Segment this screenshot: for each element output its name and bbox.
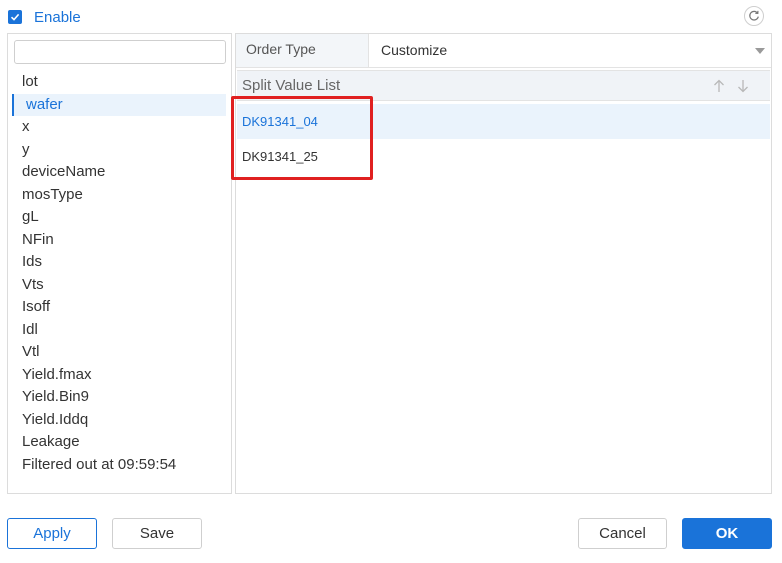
refresh-button[interactable] xyxy=(744,6,764,26)
arrow-down-icon xyxy=(738,80,748,93)
check-icon xyxy=(10,13,20,21)
cancel-button[interactable]: Cancel xyxy=(578,518,667,549)
field-item[interactable]: Vts xyxy=(8,274,231,297)
split-value-list: DK91341_04 DK91341_25 xyxy=(237,104,770,174)
field-item[interactable]: Vtl xyxy=(8,341,231,364)
field-item[interactable]: Yield.fmax xyxy=(8,364,231,387)
field-item[interactable]: x xyxy=(8,116,231,139)
field-item[interactable]: lot xyxy=(8,71,231,94)
split-value-header: Split Value List xyxy=(237,70,770,101)
order-type-value: Customize xyxy=(381,42,448,58)
apply-button[interactable]: Apply xyxy=(7,518,97,549)
field-item[interactable]: Ids xyxy=(8,251,231,274)
field-item[interactable]: Idl xyxy=(8,319,231,342)
field-item[interactable]: Filtered out at 09:59:54 xyxy=(8,454,231,477)
field-item[interactable]: NFin xyxy=(8,229,231,252)
field-item[interactable]: Yield.Iddq xyxy=(8,409,231,432)
move-up-button[interactable] xyxy=(711,77,727,95)
field-item[interactable]: deviceName xyxy=(8,161,231,184)
order-type-row: Order Type Customize xyxy=(236,34,771,68)
order-type-select[interactable]: Customize xyxy=(368,34,771,67)
field-item[interactable]: Yield.Bin9 xyxy=(8,386,231,409)
field-panel: lot wafer x y deviceName mosType gL NFin Ids Vts I… xyxy=(7,33,232,494)
field-item[interactable]: wafer xyxy=(12,93,226,116)
move-down-button[interactable] xyxy=(735,77,751,95)
split-value-item[interactable]: DK91341_04 xyxy=(237,104,770,139)
order-type-label: Order Type xyxy=(236,34,368,67)
refresh-icon xyxy=(749,10,759,21)
field-search-input[interactable] xyxy=(14,40,226,64)
save-button[interactable]: Save xyxy=(112,518,202,549)
split-value-title: Split Value List xyxy=(242,77,341,94)
arrow-up-icon xyxy=(714,79,724,92)
enable-toggle[interactable]: Enable xyxy=(8,7,81,27)
field-item[interactable]: y xyxy=(8,139,231,162)
enable-label: Enable xyxy=(34,8,81,26)
ok-button[interactable]: OK xyxy=(682,518,772,549)
field-item[interactable]: Isoff xyxy=(8,296,231,319)
field-item[interactable]: mosType xyxy=(8,184,231,207)
chevron-down-icon xyxy=(755,48,765,54)
field-item[interactable]: gL xyxy=(8,206,231,229)
enable-checkbox[interactable] xyxy=(8,10,22,24)
split-value-item[interactable]: DK91341_25 xyxy=(237,139,770,174)
field-item[interactable]: Leakage xyxy=(8,431,231,454)
field-list: lot wafer x y deviceName mosType gL NFin Ids Vts I… xyxy=(8,71,231,476)
split-panel: Order Type Customize Split Value List DK… xyxy=(235,33,772,494)
